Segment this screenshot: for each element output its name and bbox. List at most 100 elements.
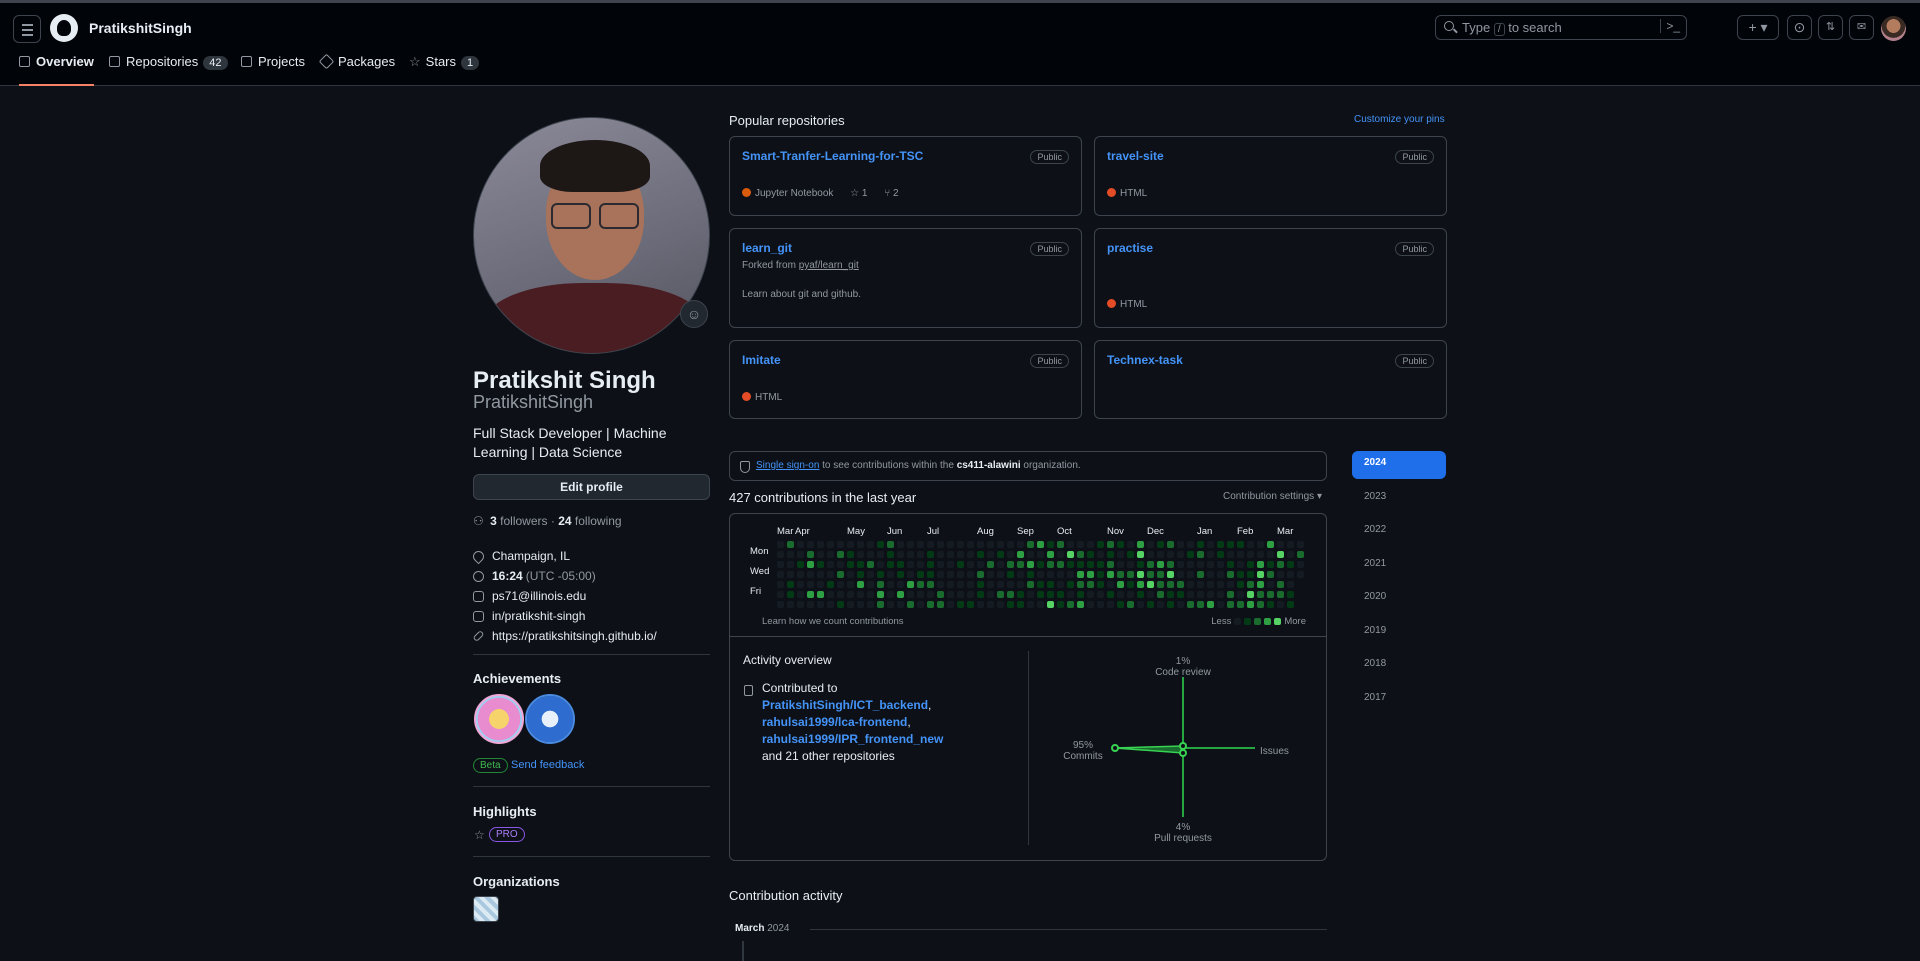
contribution-cell[interactable] (907, 571, 914, 578)
contribution-cell[interactable] (1127, 601, 1134, 608)
contribution-cell[interactable] (887, 541, 894, 548)
contribution-cell[interactable] (1057, 571, 1064, 578)
contribution-cell[interactable] (1047, 541, 1054, 548)
contribution-cell[interactable] (1247, 551, 1254, 558)
contribution-cell[interactable] (1117, 561, 1124, 568)
contribution-cell[interactable] (1017, 591, 1024, 598)
year-link[interactable]: 2023 (1352, 485, 1446, 513)
contribution-cell[interactable] (847, 551, 854, 558)
contribution-cell[interactable] (1227, 551, 1234, 558)
contribution-cell[interactable] (787, 561, 794, 568)
contribution-cell[interactable] (1017, 601, 1024, 608)
contribution-cell[interactable] (877, 571, 884, 578)
contribution-cell[interactable] (797, 541, 804, 548)
contribution-cell[interactable] (1277, 551, 1284, 558)
contribution-cell[interactable] (957, 571, 964, 578)
contribution-cell[interactable] (1227, 581, 1234, 588)
contribution-cell[interactable] (807, 561, 814, 568)
contribution-cell[interactable] (797, 571, 804, 578)
contribution-cell[interactable] (1177, 551, 1184, 558)
learn-contributions-link[interactable]: Learn how we count contributions (762, 616, 904, 627)
contribution-cell[interactable] (987, 571, 994, 578)
contribution-cell[interactable] (837, 571, 844, 578)
contribution-cell[interactable] (1117, 601, 1124, 608)
contribution-cell[interactable] (847, 581, 854, 588)
contribution-cell[interactable] (1077, 561, 1084, 568)
contribution-cell[interactable] (1237, 551, 1244, 558)
contribution-cell[interactable] (967, 591, 974, 598)
contribution-cell[interactable] (1197, 601, 1204, 608)
contribution-cell[interactable] (1007, 601, 1014, 608)
contribution-cell[interactable] (947, 571, 954, 578)
fork-icon[interactable]: ⑂ (884, 188, 890, 199)
contribution-cell[interactable] (807, 601, 814, 608)
contribution-cell[interactable] (927, 581, 934, 588)
contribution-cell[interactable] (817, 571, 824, 578)
contribution-cell[interactable] (1107, 551, 1114, 558)
contribution-cell[interactable] (1227, 591, 1234, 598)
contribution-cell[interactable] (927, 561, 934, 568)
contribution-cell[interactable] (1137, 551, 1144, 558)
contribution-cell[interactable] (1087, 571, 1094, 578)
contribution-cell[interactable] (1047, 551, 1054, 558)
contribution-cell[interactable] (1067, 551, 1074, 558)
contribution-cell[interactable] (867, 581, 874, 588)
contribution-cell[interactable] (1017, 561, 1024, 568)
contribution-cell[interactable] (937, 581, 944, 588)
contribution-cell[interactable] (1087, 581, 1094, 588)
email-link[interactable]: ps71@illinois.edu (492, 589, 586, 603)
contribution-cell[interactable] (907, 541, 914, 548)
contribution-cell[interactable] (897, 541, 904, 548)
contribution-cell[interactable] (867, 561, 874, 568)
contribution-cell[interactable] (1287, 541, 1294, 548)
contribution-cell[interactable] (807, 591, 814, 598)
customize-pins-link[interactable]: Customize your pins (1354, 114, 1445, 125)
contribution-cell[interactable] (1037, 591, 1044, 598)
menu-button[interactable] (13, 15, 41, 43)
contribution-cell[interactable] (1117, 571, 1124, 578)
linkedin-link[interactable]: in/pratikshit-singh (492, 609, 585, 623)
contribution-cell[interactable] (1087, 541, 1094, 548)
contribution-cell[interactable] (1157, 571, 1164, 578)
contribution-cell[interactable] (857, 551, 864, 558)
contribution-cell[interactable] (817, 591, 824, 598)
contribution-cell[interactable] (897, 571, 904, 578)
tab-projects[interactable]: Projects (241, 54, 305, 86)
contribution-cell[interactable] (1267, 541, 1274, 548)
contribution-cell[interactable] (837, 541, 844, 548)
contribution-cell[interactable] (967, 541, 974, 548)
contribution-cell[interactable] (1297, 561, 1304, 568)
contribution-cell[interactable] (1207, 581, 1214, 588)
contribution-cell[interactable] (857, 561, 864, 568)
contribution-cell[interactable] (1007, 551, 1014, 558)
contribution-cell[interactable] (877, 561, 884, 568)
contribution-cell[interactable] (1127, 561, 1134, 568)
contribution-cell[interactable] (917, 581, 924, 588)
contribution-cell[interactable] (977, 541, 984, 548)
contribution-cell[interactable] (927, 571, 934, 578)
contribution-cell[interactable] (897, 551, 904, 558)
contribution-cell[interactable] (1207, 601, 1214, 608)
contribution-cell[interactable] (947, 601, 954, 608)
github-logo-icon[interactable] (50, 14, 78, 42)
contribution-cell[interactable] (777, 551, 784, 558)
following-link[interactable]: 24 following (558, 514, 621, 528)
contribution-cell[interactable] (1117, 551, 1124, 558)
contribution-cell[interactable] (1007, 541, 1014, 548)
contribution-cell[interactable] (1047, 581, 1054, 588)
contribution-cell[interactable] (1207, 551, 1214, 558)
contribution-cell[interactable] (1207, 571, 1214, 578)
contribution-cell[interactable] (867, 571, 874, 578)
contribution-cell[interactable] (1097, 561, 1104, 568)
contribution-cell[interactable] (1087, 551, 1094, 558)
contribution-cell[interactable] (1097, 581, 1104, 588)
command-palette-icon[interactable]: >_ (1660, 19, 1680, 33)
contribution-cell[interactable] (1137, 581, 1144, 588)
contribution-cell[interactable] (867, 551, 874, 558)
website-link[interactable]: https://pratikshitsingh.github.io/ (492, 629, 657, 643)
contribution-cell[interactable] (1107, 581, 1114, 588)
contribution-cell[interactable] (1097, 541, 1104, 548)
year-link[interactable]: 2017 (1352, 686, 1446, 714)
pull-requests-icon[interactable]: ⇅ (1818, 15, 1843, 40)
contribution-cell[interactable] (887, 591, 894, 598)
